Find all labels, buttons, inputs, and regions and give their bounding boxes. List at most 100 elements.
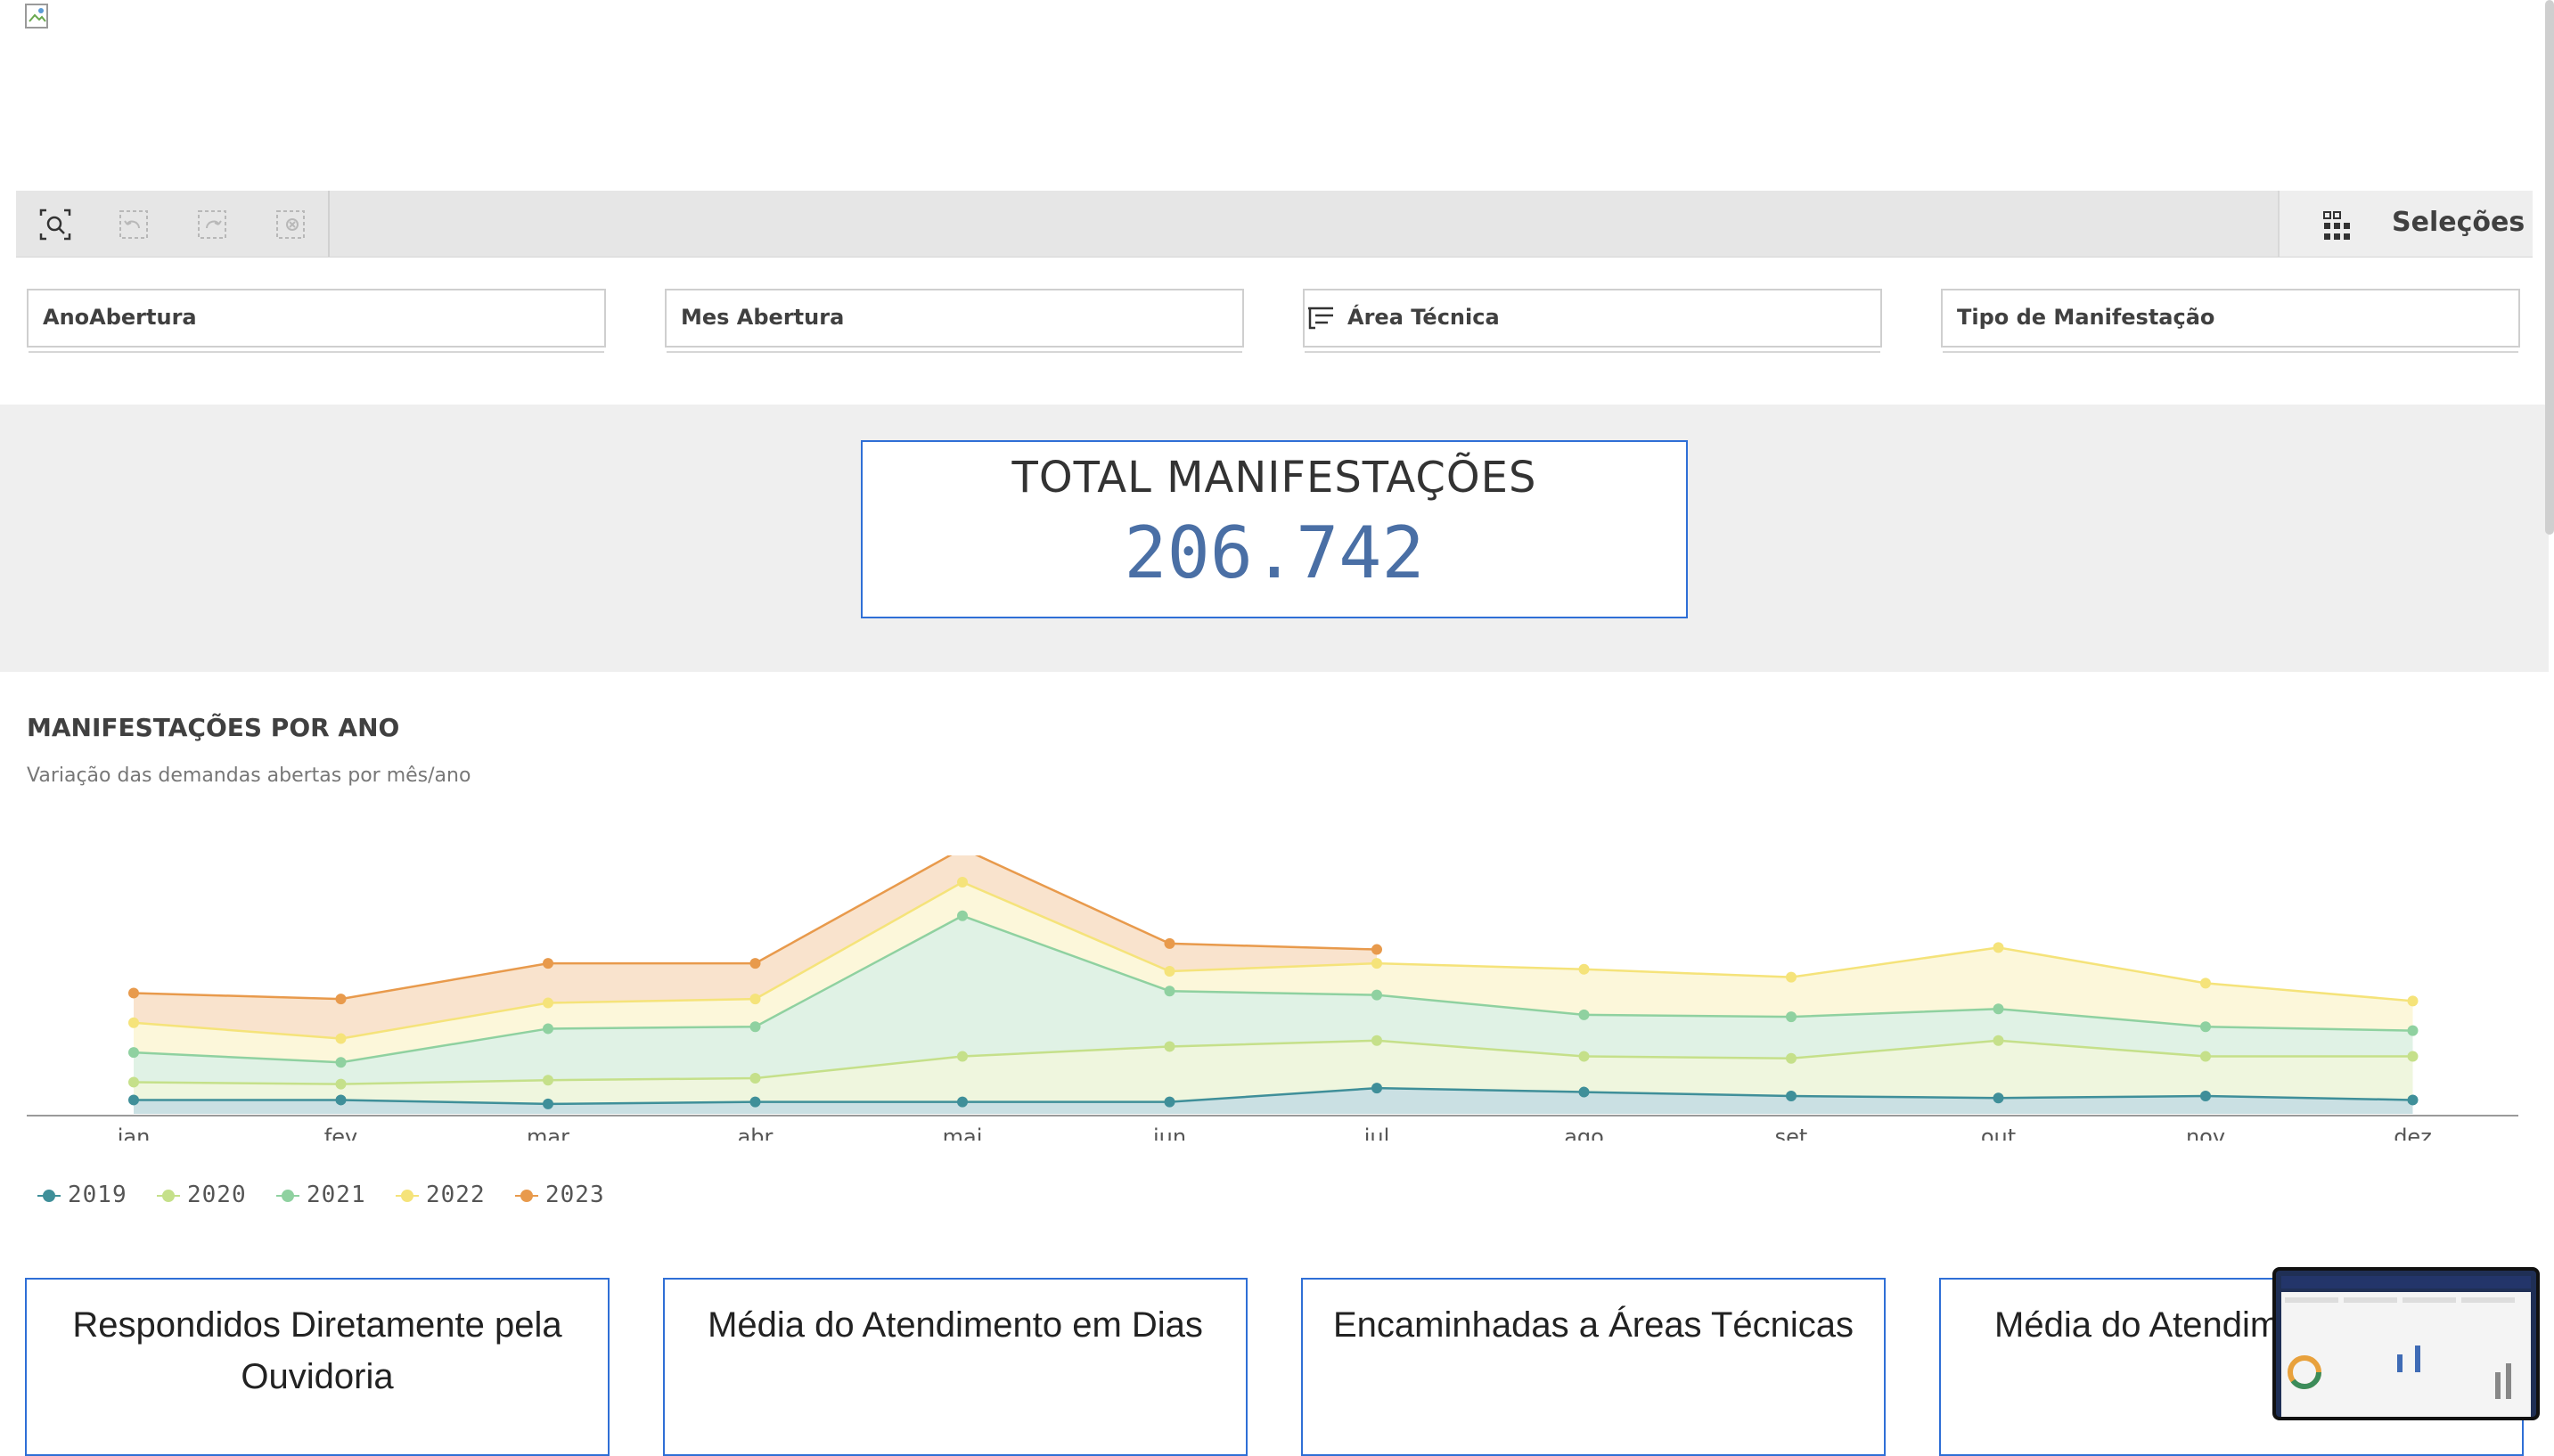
card-media-atendimento[interactable]: Média do Atendimento em Dias [663, 1278, 1248, 1456]
point-2019-ago [1578, 1086, 1590, 1098]
point-2022-jul [1371, 958, 1382, 969]
point-2022-jan [128, 1017, 139, 1028]
point-2022-ago [1578, 963, 1590, 975]
x-tick-label-jul: jul [1363, 1125, 1390, 1141]
kpi-title: TOTAL MANIFESTAÇÕES [1011, 453, 1537, 503]
point-2020-jun [1164, 1041, 1175, 1052]
point-2020-out [1993, 1035, 2004, 1046]
selections-label: Seleções [2392, 207, 2525, 238]
x-tick-label-ago: ago [1564, 1125, 1604, 1141]
filter-label: Mes Abertura [681, 305, 845, 330]
kpi-value: 206.742 [1124, 511, 1425, 594]
point-2023-jun [1164, 937, 1175, 949]
point-2021-jan [128, 1047, 139, 1059]
point-2020-mai [957, 1051, 968, 1062]
selections-button[interactable]: Seleções [2278, 191, 2533, 257]
filter-area-tecnica[interactable]: Área Técnica [1303, 289, 1882, 353]
point-2021-fev [335, 1057, 347, 1068]
point-2021-dez [2407, 1025, 2419, 1036]
point-2023-jul [1371, 944, 1382, 955]
card-title: Encaminhadas a Áreas Técnicas [1332, 1305, 1854, 1345]
point-2020-dez [2407, 1051, 2419, 1062]
point-2020-nov [2200, 1051, 2211, 1062]
point-2020-set [1786, 1052, 1797, 1064]
card-title: Média do Atendimento em Dias [708, 1305, 1203, 1345]
x-tick-label-abr: abr [738, 1125, 774, 1141]
filter-underline [667, 351, 1242, 353]
point-2021-jul [1371, 989, 1382, 1001]
filter-label: AnoAbertura [43, 305, 197, 330]
smart-search-icon[interactable] [37, 207, 73, 242]
point-2022-set [1786, 971, 1797, 983]
hierarchy-list-icon [1306, 305, 1337, 335]
sheet-preview-thumbnail[interactable] [2272, 1267, 2540, 1420]
point-2021-mar [543, 1023, 553, 1035]
point-2021-nov [2200, 1021, 2211, 1033]
filter-mes-abertura[interactable]: Mes Abertura [665, 289, 1244, 353]
filter-label: Área Técnica [1347, 305, 1500, 330]
point-2022-nov [2200, 977, 2211, 989]
point-2021-set [1786, 1011, 1797, 1023]
point-2022-dez [2407, 995, 2419, 1007]
point-2023-abr [749, 958, 761, 969]
legend-marker-icon [276, 1190, 299, 1202]
point-2020-mar [543, 1075, 553, 1086]
legend-label: 2023 [545, 1182, 605, 1208]
point-2019-mar [543, 1098, 553, 1109]
point-2019-mai [957, 1096, 968, 1108]
point-2021-jun [1164, 986, 1175, 997]
point-2021-mai [957, 910, 968, 921]
selections-grid-icon [2322, 210, 2354, 246]
x-tick-label-nov: nov [2186, 1125, 2225, 1141]
thumbnail-header-bar [2281, 1276, 2531, 1288]
thumbnail-content [2281, 1292, 2531, 1417]
x-tick-label-jan: jan [117, 1125, 151, 1141]
x-tick-label-mai: mai [943, 1125, 983, 1141]
filter-ano-abertura[interactable]: AnoAbertura [27, 289, 606, 353]
filter-underline [1305, 351, 1880, 353]
point-2023-mar [543, 958, 553, 969]
point-2019-jul [1371, 1083, 1382, 1094]
step-forward-icon[interactable] [194, 207, 230, 242]
point-2020-jan [128, 1076, 139, 1088]
point-2019-dez [2407, 1094, 2419, 1106]
clear-selections-icon[interactable] [273, 207, 308, 242]
legend-label: 2020 [187, 1182, 247, 1208]
filter-underline [29, 351, 604, 353]
legend-marker-icon [396, 1190, 419, 1202]
point-2023-jan [128, 987, 139, 999]
x-tick-label-out: out [1981, 1125, 2016, 1141]
point-2020-abr [749, 1073, 761, 1084]
page-scrollbar[interactable] [2545, 0, 2554, 535]
point-2019-set [1786, 1091, 1797, 1101]
legend-marker-icon [37, 1190, 61, 1202]
card-encaminhadas-areas-tecnicas[interactable]: Encaminhadas a Áreas Técnicas [1301, 1278, 1886, 1456]
point-2022-fev [335, 1033, 347, 1044]
selection-toolbar: Seleções [16, 191, 2533, 258]
point-2021-out [1993, 1003, 2004, 1015]
card-respondidos-ouvidoria[interactable]: Respondidos Diretamente pela Ouvidoria [25, 1278, 610, 1456]
point-2019-jun [1164, 1096, 1175, 1108]
point-2020-ago [1578, 1051, 1590, 1062]
x-tick-label-mar: mar [527, 1125, 569, 1141]
legend-label: 2021 [307, 1182, 366, 1208]
x-tick-label-fev: fev [324, 1125, 357, 1141]
point-2019-out [1993, 1092, 2004, 1104]
point-2019-abr [749, 1096, 761, 1108]
point-2021-ago [1578, 1009, 1590, 1020]
x-tick-label-jun: jun [1152, 1125, 1186, 1141]
legend-marker-icon [157, 1190, 180, 1202]
point-2021-abr [749, 1021, 761, 1033]
filter-tipo-manifestacao[interactable]: Tipo de Manifestação [1941, 289, 2520, 353]
step-back-icon[interactable] [116, 207, 151, 242]
point-2020-fev [335, 1078, 347, 1090]
point-2022-jun [1164, 966, 1175, 977]
legend-label: 2019 [68, 1182, 127, 1208]
filter-label: Tipo de Manifestação [1957, 305, 2215, 330]
point-2022-mar [543, 997, 553, 1009]
point-2020-jul [1371, 1035, 1382, 1046]
kpi-total-manifestacoes[interactable]: TOTAL MANIFESTAÇÕES 206.742 [861, 440, 1688, 618]
chart-title: MANIFESTAÇÕES POR ANO [27, 713, 400, 742]
stacked-area-chart[interactable]: jan fev mar abr mai jun jul ago set out nov dez [0, 855, 2549, 1141]
legend-label: 2022 [426, 1182, 486, 1208]
